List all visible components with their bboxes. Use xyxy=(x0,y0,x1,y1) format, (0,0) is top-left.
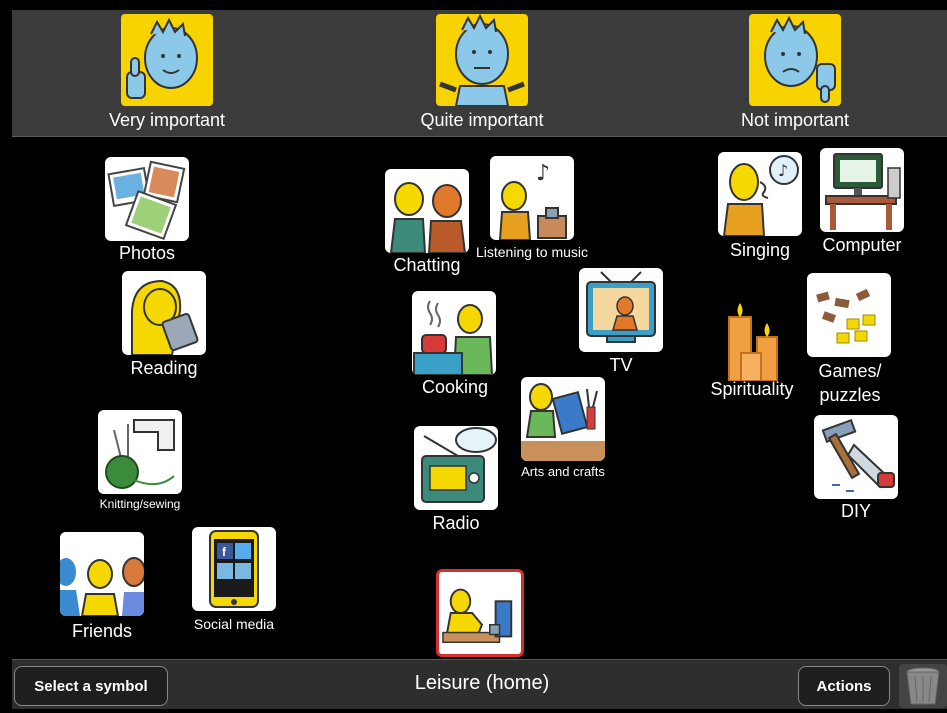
reading-icon xyxy=(131,279,199,355)
symbol-label: DIY xyxy=(840,501,871,521)
symbol-label: Spirituality xyxy=(710,379,794,399)
column-label: Very important xyxy=(108,110,226,130)
column-label: Quite important xyxy=(420,110,544,130)
page-title: Leisure (home) xyxy=(414,672,550,694)
svg-text:♪: ♪ xyxy=(536,161,550,186)
thumbs-down-face-icon xyxy=(749,14,841,106)
symbol-chatting[interactable] xyxy=(385,169,469,253)
column-quite-important[interactable]: Quite important xyxy=(382,14,582,131)
symbol-label: Chatting xyxy=(393,255,461,275)
symbol-reading[interactable] xyxy=(122,271,206,355)
symbol-label: Friends xyxy=(71,621,133,641)
select-symbol-button[interactable]: Select a symbol xyxy=(14,666,168,706)
symbol-computer[interactable] xyxy=(820,148,904,232)
importance-header: Very important Quite important Not impor… xyxy=(12,10,947,137)
symbol-knitting-sewing[interactable] xyxy=(98,410,182,494)
svg-text:♪: ♪ xyxy=(778,161,788,180)
spirituality-icon xyxy=(728,303,778,381)
symbol-label: Knitting/sewing xyxy=(99,497,181,511)
column-label: Not important xyxy=(740,110,850,130)
symbol-games-puzzles[interactable] xyxy=(807,273,891,357)
arts-crafts-icon xyxy=(521,383,605,461)
radio-icon xyxy=(421,427,497,503)
symbol-tv[interactable] xyxy=(579,268,663,352)
diy-icon xyxy=(821,418,895,492)
selected-symbol-leisure-home[interactable] xyxy=(436,569,524,657)
symbol-friends[interactable] xyxy=(60,532,144,616)
symbol-label: Cooking xyxy=(421,377,489,397)
symbol-label: Reading xyxy=(130,358,198,378)
friends-icon xyxy=(60,532,144,616)
symbol-label: Social media xyxy=(193,616,275,632)
symbol-arts-crafts[interactable] xyxy=(521,377,605,461)
symbol-social-media[interactable]: f xyxy=(192,527,276,611)
photos-icon xyxy=(107,160,186,241)
symbol-spirituality[interactable] xyxy=(721,297,805,381)
thumbs-up-face-icon xyxy=(121,14,213,106)
symbol-board: Photos Reading Knitting/sewing Friends f… xyxy=(12,137,947,659)
symbol-label: Games/ puzzles xyxy=(818,361,882,405)
symbol-listening-music[interactable]: ♪ xyxy=(490,156,574,240)
symbol-label: Photos xyxy=(118,243,176,263)
symbol-label: Radio xyxy=(432,513,480,533)
chatting-icon xyxy=(389,182,467,253)
symbol-photos[interactable] xyxy=(105,157,189,241)
symbol-singing[interactable]: ♪ xyxy=(718,152,802,236)
games-puzzles-icon xyxy=(816,288,876,344)
symbol-label: TV xyxy=(609,355,633,375)
actions-button[interactable]: Actions xyxy=(798,666,890,706)
column-very-important[interactable]: Very important xyxy=(67,14,267,131)
symbol-label: Computer xyxy=(822,235,902,255)
singing-icon: ♪ xyxy=(722,155,799,236)
shrug-face-icon xyxy=(436,14,528,106)
bottom-toolbar: Select a symbol Leisure (home) Actions xyxy=(12,659,947,709)
column-not-important[interactable]: Not important xyxy=(695,14,895,131)
cooking-icon xyxy=(413,300,494,375)
symbol-diy[interactable] xyxy=(814,415,898,499)
symbol-radio[interactable] xyxy=(414,426,498,510)
listening-music-icon: ♪ xyxy=(498,161,567,240)
tv-icon xyxy=(586,271,656,343)
knitting-sewing-icon xyxy=(105,419,175,489)
computer-icon xyxy=(825,153,901,230)
trash-icon[interactable] xyxy=(899,664,947,708)
symbol-label: Arts and crafts xyxy=(521,464,605,479)
symbol-cooking[interactable] xyxy=(412,291,496,375)
symbol-label: Listening to music xyxy=(475,244,589,260)
leisure-home-icon xyxy=(442,588,513,644)
symbol-label: Singing xyxy=(729,240,791,260)
social-media-icon: f xyxy=(209,530,259,608)
